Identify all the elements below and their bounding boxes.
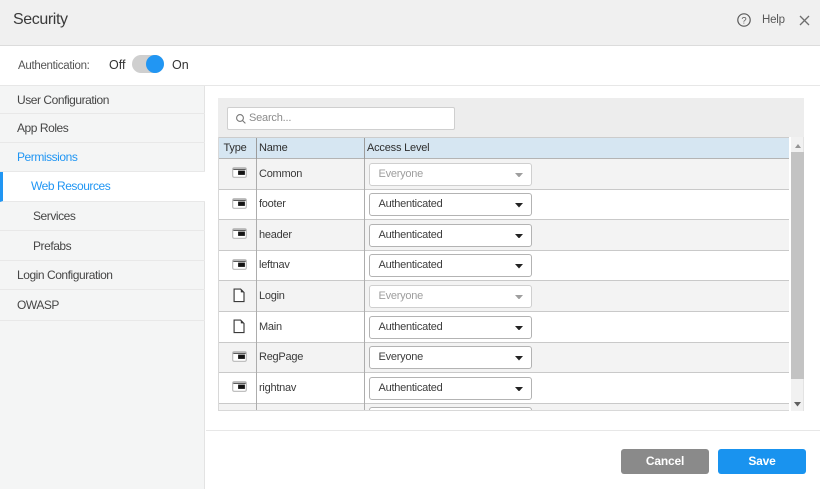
svg-text:?: ? [741,15,746,26]
